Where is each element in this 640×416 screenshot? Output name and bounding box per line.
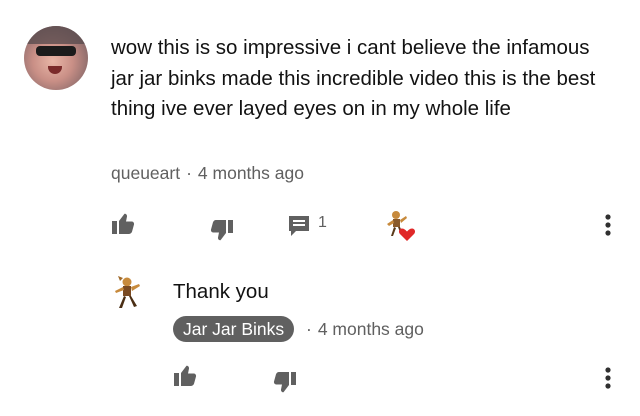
creator-heart-icon <box>387 211 416 241</box>
reply-text: Thank you <box>173 280 269 303</box>
more-options-button[interactable] <box>604 213 612 237</box>
reply-author-avatar[interactable] <box>110 276 148 310</box>
jar-jar-avatar-icon <box>115 276 140 308</box>
reply-time: 4 months ago <box>317 319 424 339</box>
reply-meta: · 4 months ago <box>306 319 424 340</box>
like-button[interactable] <box>111 212 135 236</box>
avatar-glasses <box>36 46 76 56</box>
comment-text: wow this is so impressive i cant believe… <box>111 36 596 120</box>
commenter-avatar[interactable] <box>24 26 88 90</box>
comment-author[interactable]: queueart <box>111 163 180 183</box>
more-vertical-icon <box>605 214 611 236</box>
reply-button[interactable] <box>287 214 311 238</box>
avatar-hair <box>24 26 88 44</box>
meta-separator: · <box>186 163 192 183</box>
reply-count: 1 <box>318 214 327 231</box>
avatar-mouth <box>48 66 62 74</box>
meta-separator: · <box>306 319 312 339</box>
creator-heart-badge <box>384 208 418 242</box>
thumbs-down-icon <box>210 220 233 241</box>
reply-dislike-button[interactable] <box>273 370 297 394</box>
more-vertical-icon <box>605 367 611 389</box>
thumbs-up-icon <box>174 365 197 386</box>
reply-more-options-button[interactable] <box>604 366 612 390</box>
thumbs-up-icon <box>112 213 135 234</box>
comment-time: 4 months ago <box>197 163 304 183</box>
channel-owner-chip[interactable]: Jar Jar Binks <box>173 316 295 342</box>
comment-icon <box>289 216 309 236</box>
dislike-button[interactable] <box>210 218 234 242</box>
comment-meta: queueart · 4 months ago <box>111 163 304 184</box>
reply-like-button[interactable] <box>173 364 197 388</box>
thumbs-down-icon <box>273 372 296 393</box>
